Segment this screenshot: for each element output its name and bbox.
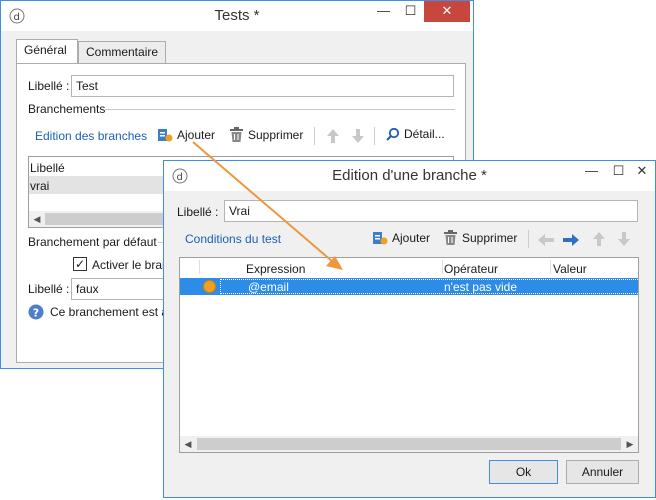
annotation-arrow: [192, 141, 343, 270]
